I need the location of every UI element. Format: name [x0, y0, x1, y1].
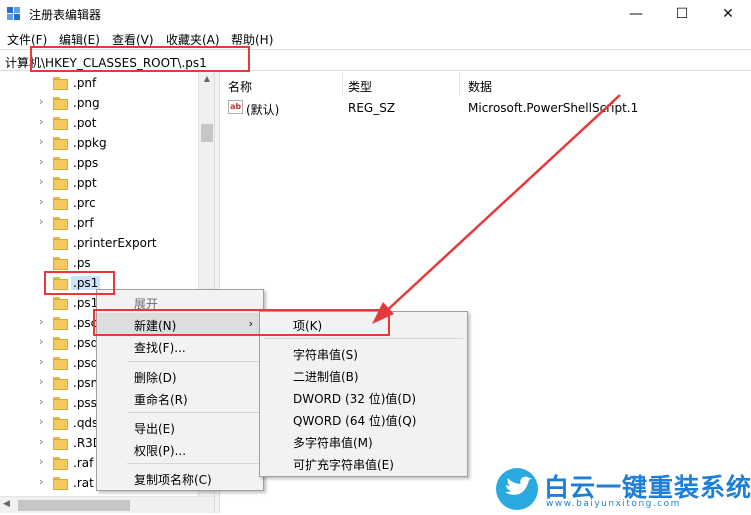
watermark: 白云一键重装系统 www.baiyunxitong.com: [496, 466, 751, 512]
bird-logo-icon: [496, 468, 538, 510]
annotation-arrow: [372, 94, 621, 324]
watermark-url: www.baiyunxitong.com: [546, 499, 681, 509]
